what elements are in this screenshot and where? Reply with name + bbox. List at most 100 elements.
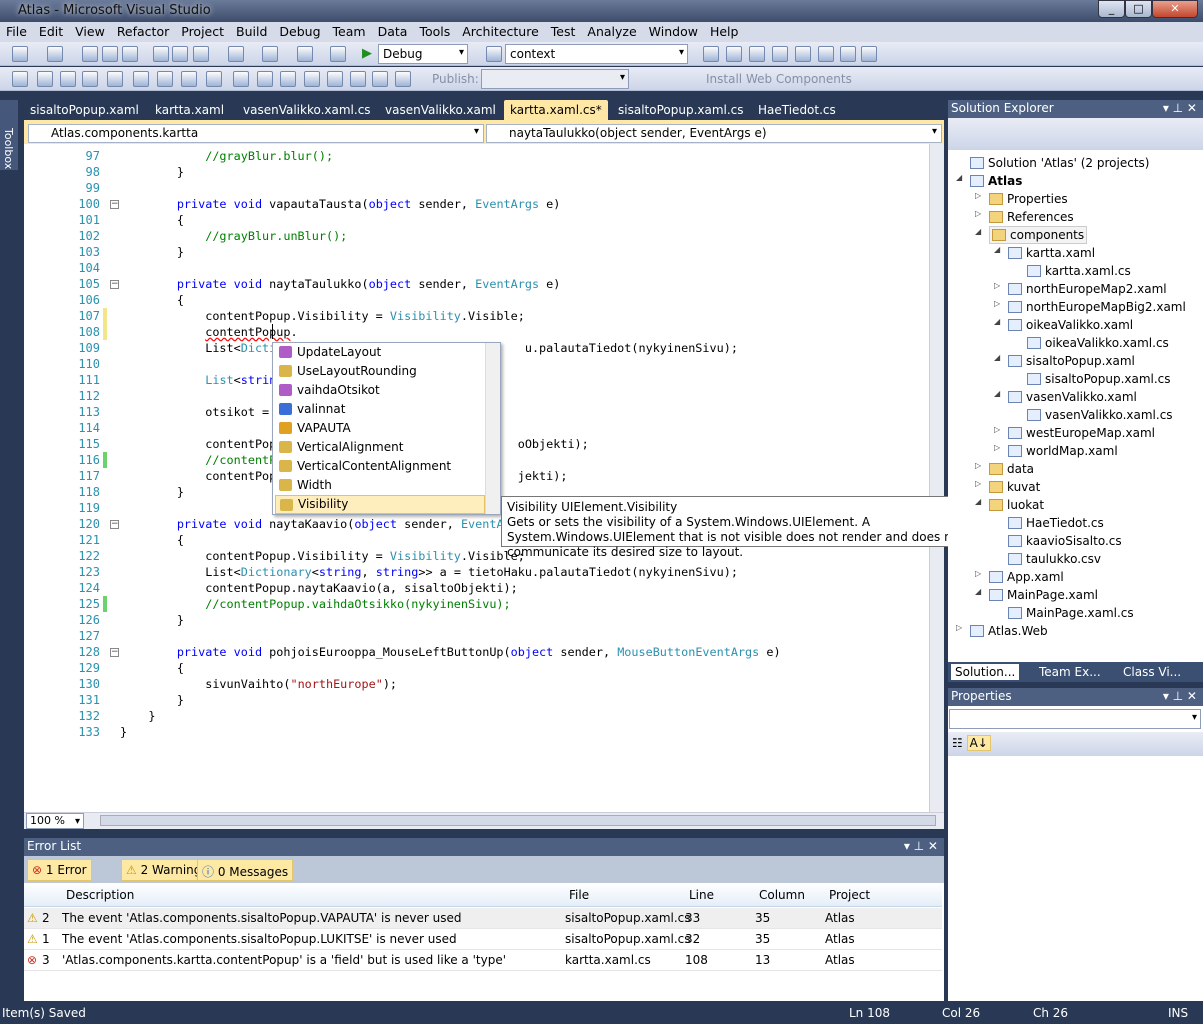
code-line[interactable]: //contentPopu	[120, 452, 297, 468]
menu-test[interactable]: Test	[545, 22, 582, 42]
tree-item[interactable]: MainPage.xaml	[989, 586, 1098, 604]
panel-controls-icon[interactable]: ▾ ⊥ ✕	[1163, 689, 1197, 703]
code-line[interactable]: contentPopup.naytaKaavio(a, sisaltoObjek…	[120, 580, 518, 596]
menu-analyze[interactable]: Analyze	[581, 22, 642, 42]
col-file[interactable]: File	[569, 888, 589, 902]
toolbar-button-icon[interactable]	[157, 71, 173, 87]
toolbar-button-icon[interactable]	[350, 71, 366, 87]
toolbar-button-icon[interactable]	[47, 46, 63, 62]
code-line[interactable]: }	[120, 612, 184, 628]
toolbar-button-icon[interactable]	[102, 46, 118, 62]
tree-item[interactable]: kuvat	[989, 478, 1040, 496]
toolbar-button-icon[interactable]	[233, 71, 249, 87]
col-project[interactable]: Project	[829, 888, 870, 902]
tab-kartta-xaml[interactable]: kartta.xaml	[149, 100, 230, 120]
properties-object-select[interactable]	[949, 709, 1201, 729]
tree-item[interactable]: MainPage.xaml.cs	[1008, 604, 1134, 622]
tree-item[interactable]: Atlas	[970, 172, 1022, 190]
collapse-arrow-icon[interactable]: ◢	[956, 173, 962, 182]
tree-item[interactable]: HaeTiedot.cs	[1008, 514, 1104, 532]
code-line[interactable]: }	[120, 708, 155, 724]
toolbar-button-icon[interactable]	[37, 71, 53, 87]
completion-item[interactable]: UseLayoutRounding	[275, 362, 485, 381]
collapse-arrow-icon[interactable]: ◢	[994, 245, 1000, 254]
code-line[interactable]: }	[120, 164, 184, 180]
code-line[interactable]: private void naytaTaulukko(object sender…	[120, 276, 561, 292]
expand-arrow-icon[interactable]: ▷	[975, 461, 981, 470]
tree-item[interactable]: Solution 'Atlas' (2 projects)	[970, 154, 1149, 172]
code-line[interactable]: {	[120, 212, 184, 228]
tree-item[interactable]: kartta.xaml.cs	[1027, 262, 1131, 280]
toolbar-button-icon[interactable]	[726, 46, 742, 62]
toolbar-button-icon[interactable]	[82, 71, 98, 87]
tree-item[interactable]: oikeaValikko.xaml.cs	[1027, 334, 1169, 352]
categorized-icon[interactable]: ☷	[952, 736, 963, 750]
collapse-icon[interactable]: −	[110, 280, 119, 289]
completion-item[interactable]: UpdateLayout	[275, 343, 485, 362]
tree-item[interactable]: components	[989, 226, 1088, 244]
menu-debug[interactable]: Debug	[273, 22, 326, 42]
zoom-select[interactable]: 100 %	[26, 813, 84, 829]
tree-item[interactable]: westEuropeMap.xaml	[1008, 424, 1155, 442]
bottom-tab[interactable]: Solution...	[951, 664, 1020, 680]
menu-edit[interactable]: Edit	[33, 22, 69, 42]
code-line[interactable]: //grayBlur.blur();	[120, 148, 333, 164]
menu-build[interactable]: Build	[230, 22, 273, 42]
col-line[interactable]: Line	[689, 888, 714, 902]
toolbar-button-icon[interactable]	[795, 46, 811, 62]
toolbar-button-icon[interactable]	[122, 46, 138, 62]
bottom-tab[interactable]: Class Vi...	[1119, 664, 1185, 680]
completion-item[interactable]: VAPAUTA	[275, 419, 485, 438]
code-line[interactable]: {	[120, 292, 184, 308]
tree-item[interactable]: sisaltoPopup.xaml.cs	[1027, 370, 1171, 388]
expand-arrow-icon[interactable]: ▷	[994, 299, 1000, 308]
menu-view[interactable]: View	[69, 22, 111, 42]
menu-data[interactable]: Data	[372, 22, 414, 42]
col-description[interactable]: Description	[66, 888, 134, 902]
collapse-icon[interactable]: −	[110, 520, 119, 529]
toolbar-button-icon[interactable]	[372, 71, 388, 87]
toolbar-button-icon[interactable]	[107, 71, 123, 87]
toolbar-button-icon[interactable]	[172, 46, 188, 62]
code-line[interactable]: private void pohjoisEurooppa_MouseLeftBu…	[120, 644, 781, 660]
toolbar-button-icon[interactable]	[395, 71, 411, 87]
completion-item[interactable]: vaihdaOtsikot	[275, 381, 485, 400]
menu-team[interactable]: Team	[327, 22, 372, 42]
error-row[interactable]: ⚠ 2 The event 'Atlas.components.sisaltoPop…	[24, 908, 942, 929]
toolbar-button-icon[interactable]	[228, 46, 244, 62]
collapse-arrow-icon[interactable]: ◢	[994, 317, 1000, 326]
bottom-tab[interactable]: Team Ex...	[1035, 664, 1105, 680]
tree-item[interactable]: References	[989, 208, 1074, 226]
alphabetical-icon[interactable]: A↓	[966, 735, 991, 751]
completion-item[interactable]: VerticalAlignment	[275, 438, 485, 457]
completion-item[interactable]: valinnat	[275, 400, 485, 419]
error-row[interactable]: ⚠ 1 The event 'Atlas.components.sisaltoPop…	[24, 929, 942, 950]
col-column[interactable]: Column	[759, 888, 805, 902]
tree-item[interactable]: data	[989, 460, 1034, 478]
collapse-arrow-icon[interactable]: ◢	[975, 227, 981, 236]
completion-scrollbar[interactable]	[485, 343, 500, 514]
toolbar-button-icon[interactable]	[206, 71, 222, 87]
tree-item[interactable]: northEuropeMap2.xaml	[1008, 280, 1167, 298]
start-debug-icon[interactable]: ▶	[362, 46, 372, 61]
toolbar-button-icon[interactable]	[133, 71, 149, 87]
collapse-icon[interactable]: −	[110, 648, 119, 657]
tab-sisaltopopup-xaml[interactable]: sisaltoPopup.xaml	[24, 100, 145, 120]
tree-item[interactable]: sisaltoPopup.xaml	[1008, 352, 1135, 370]
errors-filter-button[interactable]: ⊗ 1 Error	[27, 859, 92, 881]
toolbar-button-icon[interactable]	[840, 46, 856, 62]
tree-item[interactable]: kaavioSisalto.cs	[1008, 532, 1122, 550]
toolbar-button-icon[interactable]	[297, 46, 313, 62]
expand-arrow-icon[interactable]: ▷	[975, 209, 981, 218]
completion-item[interactable]: Visibility	[275, 495, 485, 514]
toolbar-button-icon[interactable]	[262, 46, 278, 62]
code-line[interactable]: {	[120, 532, 184, 548]
code-line[interactable]: contentPopup.	[120, 324, 297, 340]
toolbar-button-icon[interactable]	[304, 71, 320, 87]
member-dropdown[interactable]: naytaTaulukko(object sender, EventArgs e…	[486, 124, 942, 143]
menu-file[interactable]: File	[0, 22, 33, 42]
toolbar-button-icon[interactable]	[486, 46, 502, 62]
code-line[interactable]: contentPopup.Visibility = Visibility.Vis…	[120, 308, 525, 324]
code-line[interactable]: }	[120, 484, 184, 500]
menu-help[interactable]: Help	[704, 22, 745, 42]
